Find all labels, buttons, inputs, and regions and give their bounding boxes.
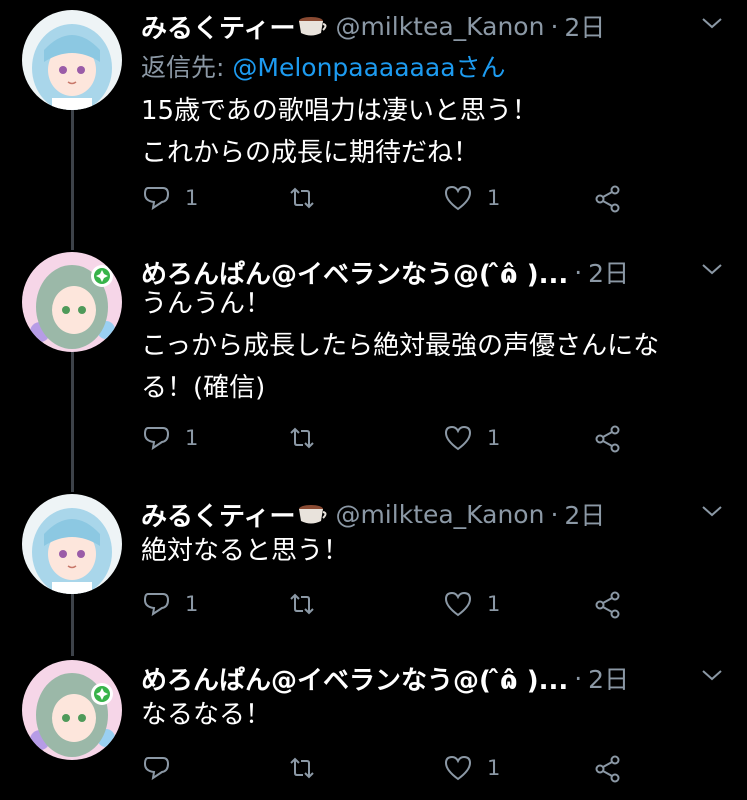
separator-dot: ·: [550, 11, 559, 41]
tweet-text: 絶対なると思う！: [141, 530, 731, 572]
reply-button[interactable]: [141, 752, 185, 784]
share-button[interactable]: [593, 588, 623, 620]
tweet-actions: 1 1: [141, 422, 641, 454]
heart-icon: [444, 425, 472, 451]
retweet-button[interactable]: [287, 752, 331, 784]
heart-icon: [444, 755, 472, 781]
retweet-icon: [290, 757, 314, 779]
tweet-text-line: なるなる！: [141, 700, 272, 730]
timestamp[interactable]: 2日: [564, 8, 605, 44]
retweet-icon: [290, 187, 314, 209]
tweet-actions: 1 1: [141, 182, 641, 214]
reply-button[interactable]: 1: [141, 588, 198, 620]
like-button[interactable]: 1: [443, 588, 500, 620]
chevron-down-icon[interactable]: [701, 262, 723, 276]
like-button[interactable]: 1: [443, 752, 500, 784]
retweet-icon: [290, 593, 314, 615]
tweet-text-line: 絶対なると思う！: [141, 536, 350, 566]
reply-count: 1: [185, 186, 199, 210]
tweet-actions: 1: [141, 752, 641, 784]
separator-dot: ·: [550, 499, 559, 529]
share-icon: [595, 185, 620, 213]
tweet-text: 15歳であの歌唱力は凄いと思う！ これからの成長に期待だね！: [141, 90, 731, 174]
like-count: 1: [487, 756, 501, 780]
tweet-text: うんうん！ こっから成長したら絶対最強の声優さんにな る！(確信): [141, 283, 731, 409]
avatar[interactable]: [22, 494, 122, 594]
reply-count: 1: [185, 426, 199, 450]
like-count: 1: [487, 186, 501, 210]
tweet[interactable]: めろんぱん@イベランなう@( ̂ɷ̂ )... · 2日 うんうん！ こっから成…: [0, 250, 747, 480]
avatar[interactable]: [22, 252, 122, 352]
heart-icon: [444, 185, 472, 211]
tweet-text-line: こっから成長したら絶対最強の声優さんにな: [141, 331, 660, 361]
tweet-header: めろんぱん@イベランなう@( ̂ɷ̂ )... · 2日: [141, 658, 747, 698]
share-button[interactable]: [593, 422, 623, 454]
coffee-cup-icon: [299, 17, 327, 36]
retweet-button[interactable]: [287, 182, 331, 214]
reply-icon: [143, 757, 170, 781]
heart-icon: [444, 591, 472, 617]
share-icon: [595, 755, 620, 783]
reply-icon: [143, 427, 170, 451]
author-name[interactable]: みるくティー: [141, 496, 295, 533]
tweet-text-line: うんうん！: [141, 289, 272, 319]
tweet-header: みるくティー @milktea_Kanon · 2日: [141, 6, 747, 46]
avatar-image-kanon: [22, 494, 122, 594]
share-icon: [595, 591, 620, 619]
retweet-button[interactable]: [287, 588, 331, 620]
separator-dot: ·: [574, 663, 583, 693]
avatar[interactable]: [22, 660, 122, 760]
retweet-icon: [290, 427, 314, 449]
tweet[interactable]: めろんぱん@イベランなう@( ̂ɷ̂ )... · 2日 なるなる！ 1: [0, 656, 747, 800]
chevron-down-icon[interactable]: [701, 504, 723, 518]
like-count: 1: [487, 592, 501, 616]
reply-icon: [143, 593, 170, 617]
retweet-button[interactable]: [287, 422, 331, 454]
avatar-image-sayo: [22, 660, 122, 760]
tweet-actions: 1 1: [141, 588, 641, 620]
reply-to-prefix: 返信先:: [141, 53, 233, 82]
author-handle[interactable]: @milktea_Kanon: [335, 12, 544, 41]
chevron-down-icon[interactable]: [701, 668, 723, 682]
tweet[interactable]: みるくティー @milktea_Kanon · 2日 返信先: @Melonpa…: [0, 4, 747, 234]
reply-to: 返信先: @Melonpaaaaaaaさん: [141, 48, 506, 84]
tweet-text-line: る！(確信): [141, 373, 266, 403]
like-count: 1: [487, 426, 501, 450]
reply-button[interactable]: 1: [141, 422, 198, 454]
coffee-cup-icon: [299, 505, 327, 524]
share-icon: [595, 425, 620, 453]
avatar-image-kanon: [22, 10, 122, 110]
author-name[interactable]: みるくティー: [141, 8, 295, 45]
timestamp[interactable]: 2日: [588, 660, 629, 696]
reply-button[interactable]: 1: [141, 182, 198, 214]
share-button[interactable]: [593, 752, 623, 784]
like-button[interactable]: 1: [443, 422, 500, 454]
like-button[interactable]: 1: [443, 182, 500, 214]
tweet-text: なるなる！: [141, 694, 731, 736]
author-name[interactable]: めろんぱん@イベランなう@( ̂ɷ̂ )...: [141, 660, 568, 697]
reply-count: 1: [185, 592, 199, 616]
tweet-text-line: 15歳であの歌唱力は凄いと思う！: [141, 96, 538, 126]
tweet[interactable]: みるくティー @milktea_Kanon · 2日 絶対なると思う！ 1 1: [0, 492, 747, 632]
author-handle[interactable]: @milktea_Kanon: [335, 500, 544, 529]
share-button[interactable]: [593, 182, 623, 214]
avatar-image-sayo: [22, 252, 122, 352]
reply-to-user-link[interactable]: @Melonpaaaaaaaさん: [232, 53, 505, 82]
timestamp[interactable]: 2日: [564, 496, 605, 532]
avatar[interactable]: [22, 10, 122, 110]
reply-icon: [143, 187, 170, 211]
chevron-down-icon[interactable]: [701, 16, 723, 30]
tweet-header: みるくティー @milktea_Kanon · 2日: [141, 494, 747, 534]
tweet-text-line: これからの成長に期待だね！: [141, 138, 480, 168]
